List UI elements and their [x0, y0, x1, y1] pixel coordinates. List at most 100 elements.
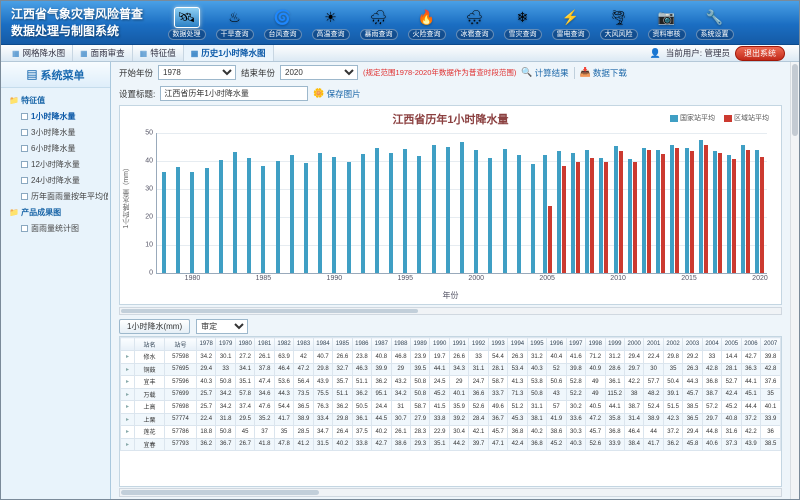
tree-leaf[interactable]: 24小时降水量 [3, 172, 108, 188]
value-cell: 29.7 [624, 363, 643, 376]
data-download-button[interactable]: 📥 数据下载 [580, 67, 627, 79]
nav-item-lightning-query[interactable]: ⚡雷电查询 [547, 5, 594, 40]
table-row[interactable]: ▸修水5759834.230.127.226.163.94240.726.623… [121, 351, 781, 364]
table-row[interactable]: ▸宜春5779336.236.726.741.847.841.231.540.2… [121, 438, 781, 451]
table-row[interactable]: ▸上高5769825.734.237.447.654.436.576.336.2… [121, 401, 781, 414]
nav-item-data-processing[interactable]: 🛰数据处理 [163, 5, 210, 40]
value-cell: 44.4 [741, 401, 760, 414]
tree-leaf[interactable]: 3小时降水量 [3, 124, 108, 140]
value-cell: 35 [274, 426, 293, 439]
value-cell: 31 [391, 401, 410, 414]
review-select[interactable]: 审定 [196, 319, 248, 334]
value-cell: 31.6 [722, 426, 741, 439]
tab-icon: ▦ [191, 49, 199, 58]
checkbox-icon [21, 129, 28, 136]
value-cell: 37.3 [722, 438, 741, 451]
value-cell: 75.5 [313, 388, 332, 401]
nav-item-hail-query[interactable]: 🌨冰雹查询 [451, 5, 498, 40]
breadcrumb-tabs: ▦网格降水图▦面雨审查▦特征值▦历史1小时降水图 [5, 45, 274, 61]
table-row[interactable]: ▸万载5769925.734.257.834.644.373.575.551.1… [121, 388, 781, 401]
value-cell: 47.6 [255, 401, 274, 414]
value-cell: 34.7 [313, 426, 332, 439]
tab-feature-values[interactable]: ▦特征值 [133, 45, 184, 61]
nav-item-system-settings[interactable]: 🔧系统设置 [691, 5, 738, 40]
value-cell: 73.5 [294, 388, 313, 401]
tree-leaf[interactable]: 面雨量统计图 [3, 220, 108, 236]
bar [557, 151, 561, 273]
value-cell: 47.2 [586, 413, 605, 426]
tree-leaf[interactable]: 6小时降水量 [3, 140, 108, 156]
value-cell: 30.4 [449, 426, 468, 439]
bar-group-2012 [639, 133, 653, 273]
tree-group[interactable]: 📁 产品成果图 [3, 204, 108, 220]
value-cell: 26.1 [255, 351, 274, 364]
unit-button[interactable]: 1小时降水(mm) [119, 319, 190, 334]
legend-item[interactable]: 区域站平均 [724, 113, 769, 123]
chart-hscrollbar[interactable] [119, 307, 782, 315]
value-cell: 35.7 [333, 376, 352, 389]
tree-group[interactable]: 📁 特征值 [3, 92, 108, 108]
legend-swatch [724, 115, 732, 122]
col-year-1985: 1985 [333, 338, 352, 351]
chart-hscroll-thumb[interactable] [121, 309, 418, 313]
station-id-cell: 57774 [165, 413, 197, 426]
tab-history-1h-precip[interactable]: ▦历史1小时降水图 [184, 45, 274, 61]
col-year-1995: 1995 [527, 338, 546, 351]
nav-item-high-temp-query[interactable]: ☀高温查询 [307, 5, 354, 40]
checkbox-icon [21, 225, 28, 232]
row-select-cell[interactable]: ▸ [121, 376, 135, 389]
legend-item[interactable]: 国家站平均 [670, 113, 715, 123]
bar [713, 151, 717, 273]
tree-leaf[interactable]: 1小时降水量 [3, 108, 108, 124]
row-select-cell[interactable]: ▸ [121, 351, 135, 364]
value-cell: 37.6 [761, 376, 781, 389]
table-row[interactable]: ▸莲花5778618.850.845373528.534.726.437.540… [121, 426, 781, 439]
row-select-cell[interactable]: ▸ [121, 413, 135, 426]
value-cell: 44 [644, 426, 663, 439]
logout-button[interactable]: 退出系统 [735, 46, 785, 61]
tree-leaf[interactable]: 历年面雨量按年平均值 [3, 188, 108, 204]
value-cell: 39.8 [566, 363, 585, 376]
nav-item-snow-disaster-query[interactable]: ❄雪灾查询 [499, 5, 546, 40]
table-hscrollbar[interactable] [119, 488, 782, 497]
table-row[interactable]: ▸铜鼓5769529.43334.137.846.447.229.832.746… [121, 363, 781, 376]
col-year-1999: 1999 [605, 338, 624, 351]
value-cell: 22.4 [644, 351, 663, 364]
y-tick-label: 30 [145, 186, 157, 193]
page-vscrollbar[interactable] [790, 62, 799, 499]
nav-item-rainstorm-query[interactable]: 🌧暴雨查询 [355, 5, 402, 40]
table-head: 站名站号197819791980198119821983198419851986… [121, 338, 781, 351]
row-select-cell[interactable]: ▸ [121, 401, 135, 414]
calc-result-button[interactable]: 🔍 计算结果 [521, 67, 568, 79]
value-cell: 51.1 [352, 376, 371, 389]
start-year-select[interactable]: 1978 [158, 65, 236, 80]
legend-swatch [670, 115, 678, 122]
nav-item-drought-query[interactable]: ♨干旱查询 [211, 5, 258, 40]
bar [276, 161, 280, 273]
nav-item-typhoon-query[interactable]: 🌀台风查询 [259, 5, 306, 40]
station-id-cell: 57793 [165, 438, 197, 451]
nav-item-data-review[interactable]: 📷资料审核 [643, 5, 690, 40]
table-hscroll-thumb[interactable] [121, 490, 319, 495]
tab-area-rain-review[interactable]: ▦面雨审查 [73, 45, 133, 61]
nav-item-fire-risk-query[interactable]: 🔥火险查询 [403, 5, 450, 40]
row-select-cell[interactable]: ▸ [121, 388, 135, 401]
row-select-cell[interactable]: ▸ [121, 363, 135, 376]
tab-grid-precip-map[interactable]: ▦网格降水图 [5, 45, 73, 61]
chart-title-input[interactable] [160, 86, 308, 101]
page-vscroll-thumb[interactable] [792, 64, 798, 136]
col-year-1978: 1978 [197, 338, 216, 351]
save-image-button[interactable]: 🌼 保存图片 [313, 88, 360, 100]
value-cell: 42 [294, 351, 313, 364]
table-row[interactable]: ▸上栗5777422.431.829.535.241.738.933.429.8… [121, 413, 781, 426]
tab-icon: ▦ [12, 49, 20, 58]
value-cell: 40.1 [449, 388, 468, 401]
nav-item-gale-risk[interactable]: 🌪大风风险 [595, 5, 642, 40]
tree-leaf[interactable]: 12小时降水量 [3, 156, 108, 172]
row-select-cell[interactable]: ▸ [121, 426, 135, 439]
value-cell: 29 [449, 376, 468, 389]
row-select-cell[interactable]: ▸ [121, 438, 135, 451]
end-year-select[interactable]: 2020 [280, 65, 358, 80]
table-row[interactable]: ▸宜丰5759640.350.835.147.453.656.443.935.7… [121, 376, 781, 389]
bar-group-1978 [157, 133, 171, 273]
